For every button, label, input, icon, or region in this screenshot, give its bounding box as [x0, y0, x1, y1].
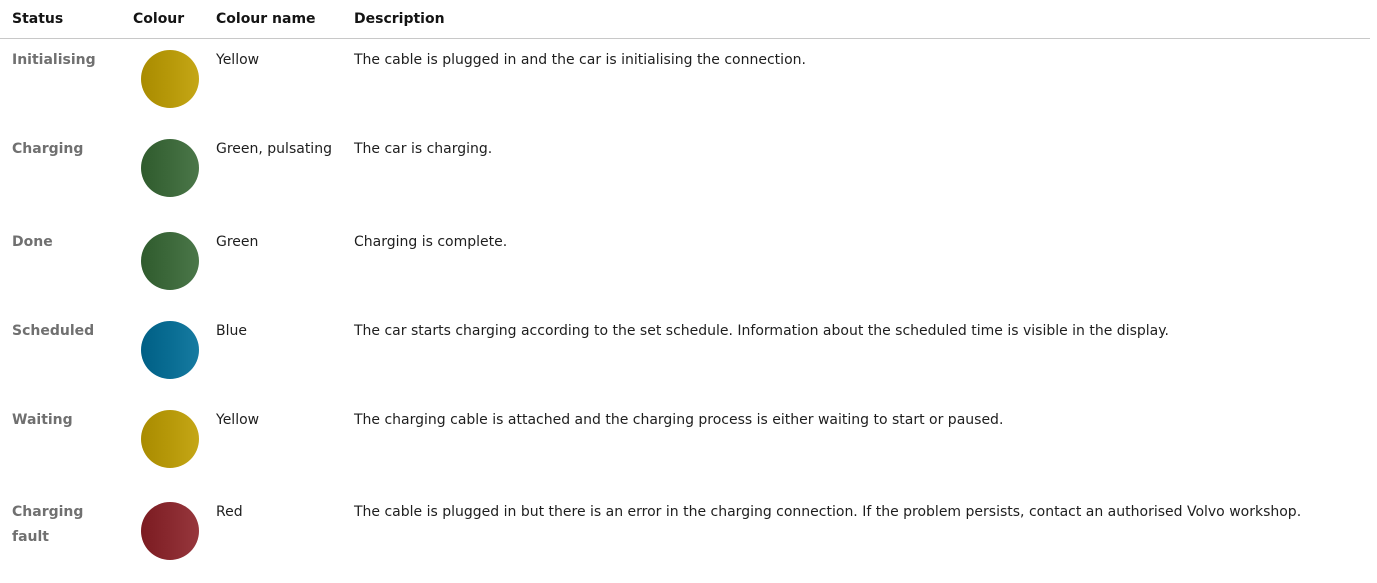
colour-swatch — [141, 232, 199, 290]
colour-name: Green, pulsating — [216, 141, 332, 157]
header-colour-name: Colour name — [216, 11, 316, 27]
status-description: The cable is plugged in and the car is i… — [354, 52, 806, 68]
status-label: Scheduled — [12, 323, 95, 339]
colour-swatch — [141, 139, 199, 197]
colour-swatch — [141, 50, 199, 108]
colour-swatch — [141, 410, 199, 468]
header-description: Description — [354, 11, 445, 27]
colour-name: Green — [216, 234, 259, 250]
table-row-done: Done Green Charging is complete. — [0, 221, 1370, 313]
status-description: The cable is plugged in but there is an … — [354, 504, 1302, 520]
table-row-scheduled: Scheduled Blue The car starts charging a… — [0, 310, 1370, 402]
table-row-initialising: Initialising Yellow The cable is plugged… — [0, 39, 1370, 131]
colour-swatch — [141, 502, 199, 560]
colour-swatch — [141, 321, 199, 379]
colour-name: Red — [216, 504, 243, 520]
status-description: The charging cable is attached and the c… — [354, 412, 1004, 428]
header-status: Status — [12, 11, 64, 27]
table-row-charging-fault: Charging fault Red The cable is plugged … — [0, 491, 1370, 583]
status-description: The car is charging. — [354, 141, 493, 157]
status-label: Charging — [12, 141, 84, 157]
status-label: Done — [12, 234, 53, 250]
status-light-table: Status Colour Colour name Description In… — [0, 0, 1377, 560]
table-header-row: Status Colour Colour name Description — [0, 0, 1370, 39]
table-row-waiting: Waiting Yellow The charging cable is att… — [0, 399, 1370, 491]
colour-name: Yellow — [216, 52, 260, 68]
colour-name: Yellow — [216, 412, 260, 428]
status-label: Charging fault — [12, 504, 84, 545]
status-label: Waiting — [12, 412, 73, 428]
header-colour: Colour — [133, 11, 185, 27]
status-description: The car starts charging according to the… — [354, 323, 1169, 339]
status-description: Charging is complete. — [354, 234, 508, 250]
table-row-charging: Charging Green, pulsating The car is cha… — [0, 128, 1370, 220]
colour-name: Blue — [216, 323, 247, 339]
status-label: Initialising — [12, 52, 96, 68]
